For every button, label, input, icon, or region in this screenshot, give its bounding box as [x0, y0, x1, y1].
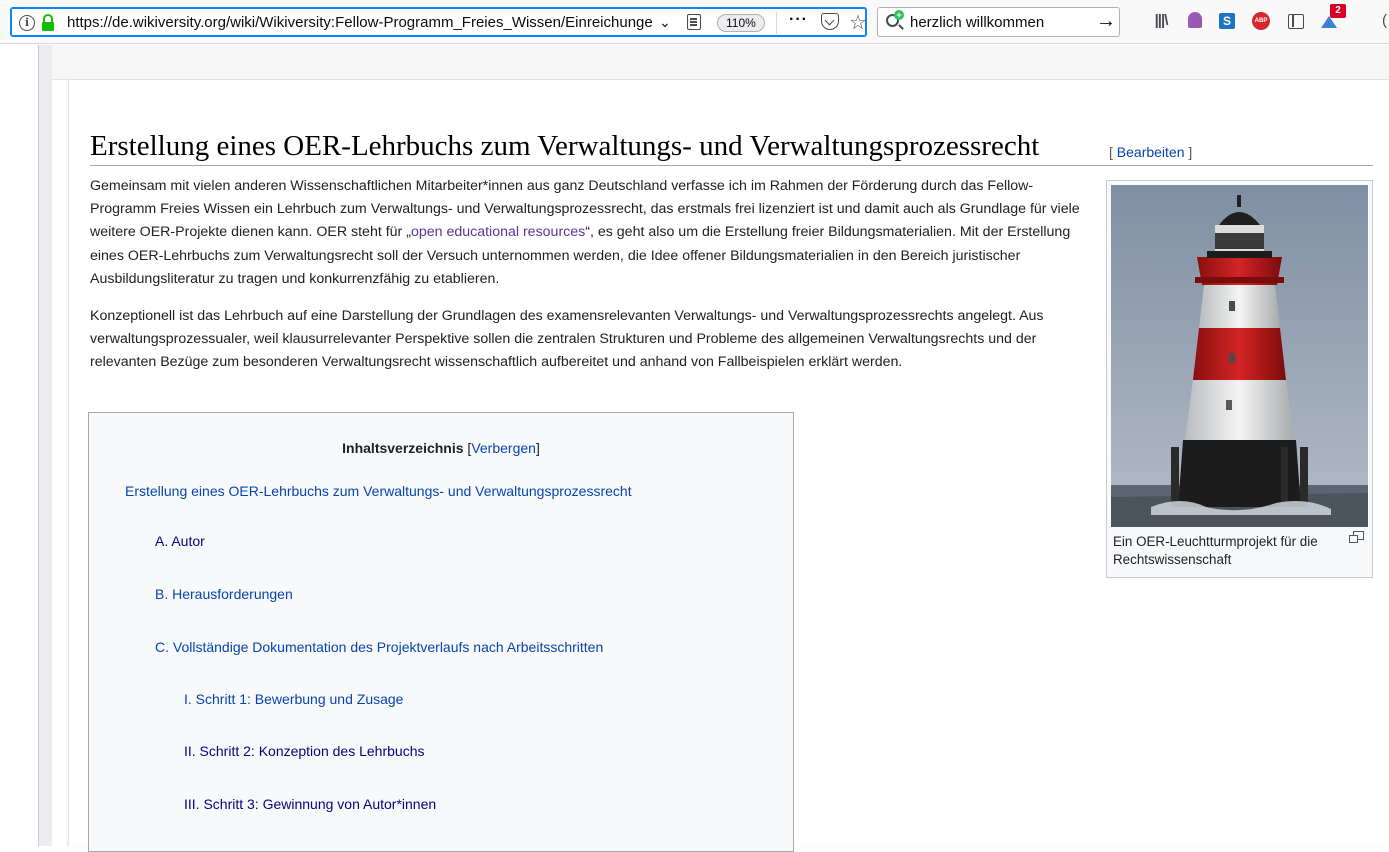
oer-link[interactable]: open educational resources [411, 224, 585, 240]
more-actions-icon[interactable]: ··· [789, 11, 808, 29]
toc-title: Inhaltsverzeichnis [342, 440, 464, 456]
toc-hide-link[interactable]: Verbergen [471, 440, 536, 456]
url-text[interactable]: https://de.wikiversity.org/wiki/Wikivers… [67, 14, 677, 31]
page-header-band [52, 45, 1389, 80]
sidebar-icon[interactable] [1284, 10, 1306, 32]
toc-item[interactable]: C. Vollständige Dokumentation des Projek… [155, 639, 603, 655]
heading-divider [90, 165, 1373, 166]
s-extension-icon[interactable] [1216, 10, 1238, 32]
toc-item[interactable]: Erstellung eines OER-Lehrbuchs zum Verwa… [125, 483, 632, 499]
search-bar[interactable]: + herzlich willkommen → [877, 7, 1120, 37]
toc-header: Inhaltsverzeichnis [Verbergen] [342, 440, 540, 456]
toc-item[interactable]: II. Schritt 2: Konzeption des Lehrbuchs [184, 743, 424, 759]
thumbnail-caption: Ein OER-Leuchtturmprojekt für die Rechts… [1113, 534, 1318, 567]
adblock-icon[interactable] [1250, 10, 1272, 32]
enlarge-icon[interactable] [1349, 531, 1364, 543]
reader-view-icon[interactable] [687, 14, 701, 30]
thumbnail-box: Ein OER-Leuchtturmprojekt für die Rechts… [1106, 180, 1373, 578]
edit-link[interactable]: Bearbeiten [1117, 144, 1185, 160]
zoom-level-badge[interactable]: 110% [717, 14, 765, 32]
add-search-engine-icon: + [894, 10, 904, 20]
left-rail [38, 45, 52, 846]
info-icon[interactable]: i [19, 15, 35, 31]
lighthouse-image[interactable] [1111, 185, 1368, 527]
arrow-right-icon[interactable]: → [1096, 10, 1116, 33]
edit-section-link: [ Bearbeiten ] [1109, 144, 1193, 160]
toc-item[interactable]: B. Herausforderungen [155, 586, 293, 602]
paragraph-concept: Konzeptionell ist das Lehrbuch auf eine … [90, 308, 1044, 371]
address-bar[interactable]: i https://de.wikiversity.org/wiki/Wikive… [10, 7, 867, 37]
table-of-contents: Inhaltsverzeichnis [Verbergen] Erstellun… [88, 412, 794, 852]
divider [776, 12, 777, 34]
star-icon[interactable]: ☆ [849, 10, 867, 35]
lock-icon[interactable] [41, 14, 55, 31]
library-icon[interactable]: |||\ [1150, 10, 1172, 32]
browser-toolbar: i https://de.wikiversity.org/wiki/Wikive… [0, 0, 1389, 44]
toc-item[interactable]: III. Schritt 3: Gewinnung von Autor*inne… [184, 796, 436, 812]
toc-item[interactable]: I. Schritt 1: Bewerbung und Zusage [184, 691, 403, 707]
search-input[interactable]: herzlich willkommen [910, 14, 1044, 31]
pocket-icon[interactable] [821, 13, 839, 30]
overflow-icon[interactable]: ( [1380, 10, 1389, 32]
extension-badge: 2 [1330, 4, 1346, 18]
paragraph-intro: Gemeinsam mit vielen anderen Wissenschaf… [90, 178, 1080, 287]
ghost-icon[interactable] [1184, 10, 1206, 32]
section-heading: Erstellung eines OER-Lehrbuchs zum Verwa… [90, 130, 1040, 162]
chevron-down-icon[interactable]: ⌄ [659, 14, 671, 31]
toc-item[interactable]: A. Autor [155, 533, 205, 549]
